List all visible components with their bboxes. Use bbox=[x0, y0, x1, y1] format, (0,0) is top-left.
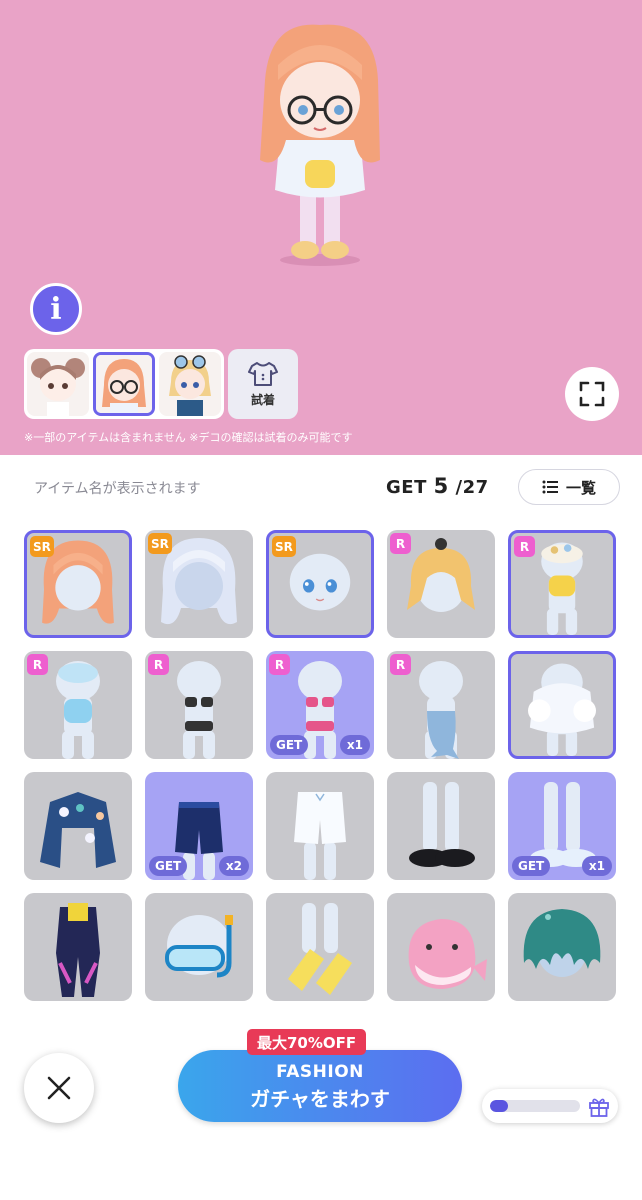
item-tile-snorkel-mask[interactable] bbox=[145, 893, 253, 1001]
close-icon bbox=[47, 1076, 71, 1100]
item-image bbox=[528, 663, 596, 756]
quantity-badge: x1 bbox=[581, 856, 612, 876]
rarity-badge: R bbox=[269, 654, 290, 675]
shirt-icon bbox=[248, 361, 278, 386]
item-tile-wetsuit[interactable] bbox=[24, 893, 132, 1001]
list-view-label: 一覧 bbox=[565, 478, 596, 497]
item-name-label: アイテム名が表示されます bbox=[34, 481, 201, 497]
quantity-badge: x1 bbox=[339, 735, 370, 755]
get-counter: GET 5 /27 bbox=[386, 474, 489, 498]
avatar-preview: i 試着 ※一部のアイテムは含まれません ※デコの確認は試着のみ可能です bbox=[0, 0, 642, 455]
item-image bbox=[409, 782, 475, 867]
gacha-action-label: ガチャをまわす bbox=[250, 1087, 390, 1111]
reward-progress[interactable] bbox=[482, 1089, 618, 1123]
fullscreen-button[interactable] bbox=[565, 367, 619, 421]
item-tile-clear-sandals[interactable]: GET x1 bbox=[508, 772, 616, 880]
avatar-thumbnail-1[interactable] bbox=[27, 352, 89, 416]
get-badge: GET bbox=[512, 856, 551, 876]
quantity-badge: x2 bbox=[218, 856, 249, 876]
rarity-badge: R bbox=[514, 536, 535, 557]
item-tile-mermaid-tail[interactable]: R bbox=[387, 651, 495, 759]
item-tile-black-gingham-bikini[interactable]: R bbox=[145, 651, 253, 759]
sale-tag: 最大70%OFF bbox=[247, 1029, 367, 1055]
item-image bbox=[40, 792, 116, 868]
rarity-badge: SR bbox=[272, 536, 296, 557]
item-image bbox=[408, 919, 487, 989]
list-view-button[interactable]: 一覧 bbox=[518, 469, 620, 505]
rarity-badge: SR bbox=[30, 536, 54, 557]
try-on-label: 試着 bbox=[250, 392, 275, 407]
rarity-badge: R bbox=[390, 533, 411, 554]
item-tile-pink-gingham-bikini[interactable]: R GET x1 bbox=[266, 651, 374, 759]
item-tile-blue-swimsuit[interactable]: R bbox=[24, 651, 132, 759]
info-icon: i bbox=[50, 291, 62, 327]
avatar-thumbnail-list bbox=[24, 349, 224, 419]
rarity-badge: SR bbox=[148, 533, 172, 554]
close-button[interactable] bbox=[24, 1053, 94, 1123]
item-tile-silver-wig[interactable]: SR bbox=[145, 530, 253, 638]
get-counter-total: /27 bbox=[455, 477, 489, 498]
item-tile-yellow-frill-top[interactable]: R bbox=[508, 530, 616, 638]
info-button[interactable]: i bbox=[30, 283, 82, 335]
get-counter-prefix: GET bbox=[386, 477, 427, 498]
avatar-thumbnail-2[interactable] bbox=[93, 352, 155, 416]
item-image bbox=[165, 915, 233, 978]
item-tile-seaweed-wig[interactable] bbox=[508, 893, 616, 1001]
item-tile-peach-bob-wig[interactable]: SR bbox=[24, 530, 132, 638]
get-counter-current: 5 bbox=[433, 474, 449, 498]
item-image bbox=[294, 792, 346, 880]
get-badge: GET bbox=[149, 856, 188, 876]
gacha-spin-button[interactable]: FASHION ガチャをまわす bbox=[178, 1050, 462, 1122]
fullscreen-icon bbox=[579, 381, 605, 407]
rarity-badge: R bbox=[27, 654, 48, 675]
avatar-main-figure bbox=[260, 24, 380, 266]
item-tile-blonde-wig[interactable]: R bbox=[387, 530, 495, 638]
item-image bbox=[288, 903, 352, 995]
item-tile-shark-plush[interactable] bbox=[387, 893, 495, 1001]
reward-progress-track bbox=[490, 1100, 580, 1112]
gacha-title: FASHION bbox=[276, 1062, 364, 1082]
list-icon bbox=[542, 480, 558, 494]
item-image bbox=[523, 909, 601, 977]
avatar-thumbnail-3[interactable] bbox=[159, 352, 221, 416]
item-tile-white-shorts[interactable] bbox=[266, 772, 374, 880]
item-image bbox=[56, 903, 100, 997]
try-on-button[interactable]: 試着 bbox=[228, 349, 298, 419]
rarity-badge: R bbox=[390, 654, 411, 675]
item-tile-navy-swim-shorts[interactable]: GET x2 bbox=[145, 772, 253, 880]
item-tile-floral-rashguard[interactable] bbox=[24, 772, 132, 880]
reward-progress-fill bbox=[490, 1100, 508, 1112]
get-badge: GET bbox=[270, 735, 309, 755]
gift-icon bbox=[589, 1098, 609, 1117]
item-tile-black-sandals[interactable] bbox=[387, 772, 495, 880]
notice-text: ※一部のアイテムは含まれません ※デコの確認は試着のみ可能です bbox=[24, 431, 353, 444]
item-tile-white-hoodie[interactable] bbox=[508, 651, 616, 759]
item-tile-yellow-fins[interactable] bbox=[266, 893, 374, 1001]
rarity-badge: R bbox=[148, 654, 169, 675]
item-tile-blue-eyes-face[interactable]: SR bbox=[266, 530, 374, 638]
